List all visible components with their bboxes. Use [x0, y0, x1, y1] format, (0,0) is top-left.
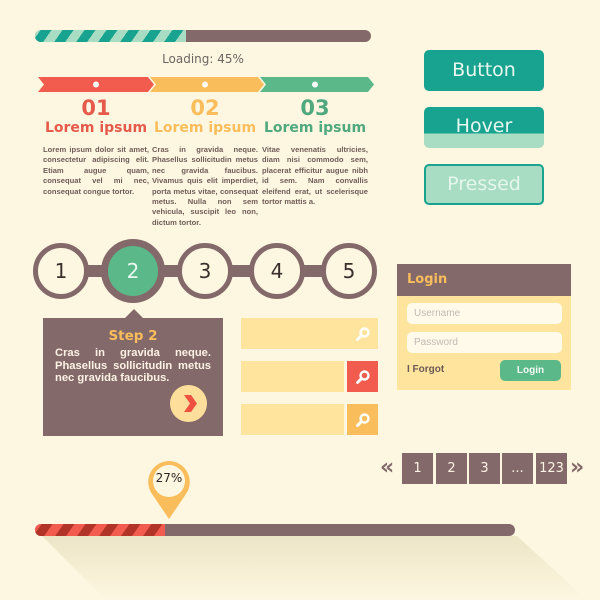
info-column-1: 01 Lorem ipsum Lorem ipsum dolor sit ame…: [43, 96, 149, 197]
info-number: 03: [300, 96, 330, 120]
steps-ribbon: [38, 77, 374, 92]
loading-progress-fill: [35, 30, 187, 42]
search-button-1[interactable]: [347, 318, 378, 349]
page-button-last[interactable]: 123: [536, 453, 567, 484]
page-button-3[interactable]: 3: [469, 453, 500, 484]
bottom-progress-fill: [35, 524, 165, 536]
info-column-3: 03 Lorem ipsum Vitae venenatis ultricies…: [262, 96, 368, 207]
info-body: Cras in gravida neque. Phasellus sollici…: [152, 145, 258, 227]
info-body: Vitae venenatis ultricies, diam nisi com…: [262, 145, 368, 207]
page-button-2[interactable]: 2: [436, 453, 467, 484]
info-title: Lorem ipsum: [263, 120, 367, 136]
ribbon-dot-1: [93, 81, 99, 88]
search-icon: [355, 369, 370, 384]
progress-pin-label: 27%: [155, 471, 183, 485]
info-number: 02: [190, 96, 220, 120]
popover-title: Step 2: [108, 328, 158, 344]
search-input-3[interactable]: [241, 404, 344, 435]
pagination-prev-icon[interactable]: «: [380, 455, 394, 481]
info-title: Lorem ipsum: [44, 120, 148, 136]
search-icon: [355, 326, 370, 341]
chevron-right-icon: [184, 395, 197, 412]
progress-shadow: [42, 536, 587, 600]
login-button[interactable]: Login: [500, 360, 561, 381]
loading-label: Loading: 45%: [162, 52, 244, 66]
bottom-progress-bar: [35, 524, 515, 536]
info-number: 01: [81, 96, 111, 120]
hover-button[interactable]: Hover: [424, 107, 544, 148]
progress-pin-icon: [148, 461, 190, 519]
login-panel: Login I Forgot Login: [397, 264, 571, 390]
stepper-step-5[interactable]: 5: [321, 243, 377, 299]
search-button-3[interactable]: [347, 404, 378, 435]
search-input-2[interactable]: [241, 361, 344, 392]
search-button-2[interactable]: [347, 361, 378, 392]
pagination-next-icon[interactable]: »: [570, 455, 584, 481]
loading-progress-bar: [35, 30, 371, 42]
info-title: Lorem ipsum: [153, 120, 257, 136]
stepper-step-4[interactable]: 4: [249, 243, 305, 299]
forgot-password-link[interactable]: I Forgot: [407, 364, 444, 375]
ribbon-dot-2: [202, 81, 208, 88]
step-popover: Step 2 Cras in gravida neque. Phasellus …: [43, 309, 223, 436]
search-icon: [355, 412, 370, 427]
normal-button[interactable]: Button: [424, 50, 544, 91]
info-column-2: 02 Lorem ipsum Cras in gravida neque. Ph…: [152, 96, 258, 228]
pressed-button[interactable]: Pressed: [424, 164, 544, 205]
info-body: Lorem ipsum dolor sit amet, consectetur …: [43, 145, 149, 196]
page-button-1[interactable]: 1: [402, 453, 433, 484]
username-field[interactable]: [407, 303, 562, 324]
popover-text: Cras in gravida neque. Phasellus sollici…: [55, 347, 211, 385]
ribbon-dot-3: [312, 81, 318, 88]
login-title: Login: [397, 264, 571, 296]
page-button-ellipsis[interactable]: ...: [502, 453, 533, 484]
popover-caret: [124, 309, 144, 319]
stepper-step-2[interactable]: 2: [101, 239, 165, 303]
password-field[interactable]: [407, 332, 562, 353]
stepper-step-3[interactable]: 3: [177, 243, 233, 299]
next-step-button[interactable]: [170, 385, 207, 422]
stepper-step-1[interactable]: 1: [33, 243, 89, 299]
